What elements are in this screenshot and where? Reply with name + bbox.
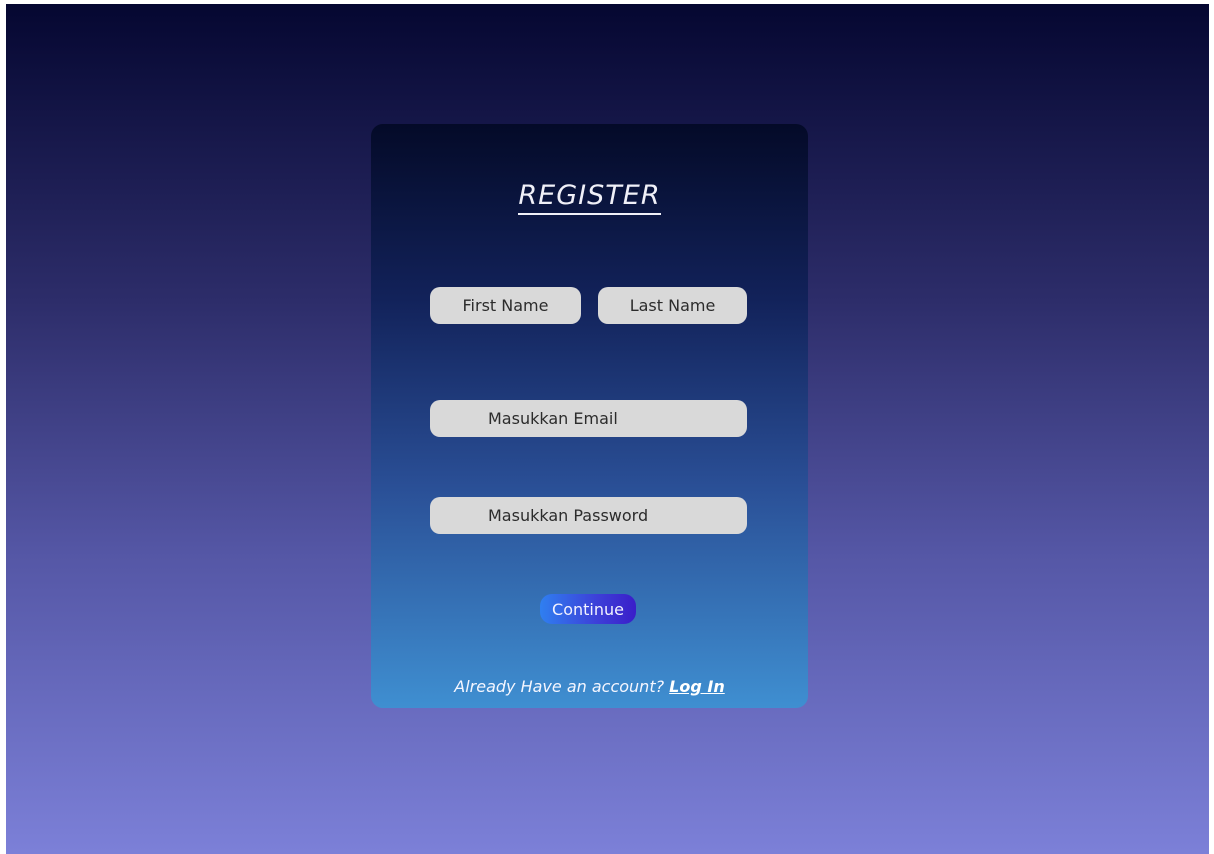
last-name-input[interactable] <box>598 287 747 324</box>
login-prompt: Already Have an account? Log In <box>371 677 808 696</box>
register-title-wrap: REGISTER <box>371 180 808 215</box>
login-prompt-text: Already Have an account? <box>454 677 665 696</box>
first-name-input[interactable] <box>430 287 581 324</box>
password-input[interactable] <box>430 497 747 534</box>
email-input[interactable] <box>430 400 747 437</box>
register-title: REGISTER <box>518 180 661 215</box>
login-link[interactable]: Log In <box>669 677 725 696</box>
continue-button[interactable]: Continue <box>540 594 636 624</box>
